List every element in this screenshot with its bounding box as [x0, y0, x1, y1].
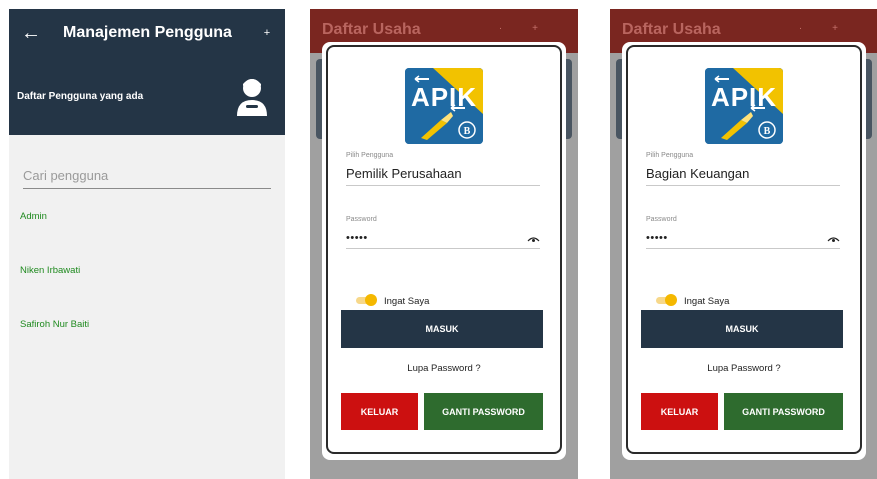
background-plus-icon: ·+ [498, 23, 568, 34]
list-item[interactable]: Safiroh Nur Baiti [9, 319, 285, 373]
user-field-label: Pilih Pengguna [346, 152, 394, 159]
password-field-label: Password [646, 216, 677, 223]
list-item[interactable]: Admin [9, 211, 285, 265]
user-list-header: Daftar Pengguna yang ada [9, 57, 285, 135]
back-icon[interactable]: ← [9, 22, 53, 45]
background-title: Daftar Usaha [322, 21, 421, 38]
user-avatar-icon [237, 79, 267, 116]
background-title: Daftar Usaha [622, 21, 721, 38]
login-button[interactable]: MASUK [341, 310, 543, 348]
exit-button[interactable]: KELUAR [341, 393, 418, 430]
login-dialog-frame: B APIK Pilih Pengguna Pemilik Perusahaan… [326, 45, 562, 454]
logo-text: APIK [710, 82, 778, 112]
password-field-underline [346, 248, 540, 249]
svg-text:B: B [764, 126, 771, 137]
apik-logo: B APIK [705, 68, 783, 144]
user-select[interactable]: Bagian Keuangan [646, 166, 749, 181]
password-field-underline [646, 248, 840, 249]
user-list: Admin Niken Irbawati Safiroh Nur Baiti [9, 211, 285, 373]
eye-icon[interactable] [827, 235, 840, 243]
header-label: Daftar Pengguna yang ada [17, 90, 144, 102]
list-item[interactable]: Niken Irbawati [9, 265, 285, 319]
page-title: Manajemen Pengguna [63, 24, 232, 41]
background-plus-icon: ·+ [798, 23, 868, 34]
change-password-button[interactable]: GANTI PASSWORD [424, 393, 543, 430]
user-field-underline [646, 185, 840, 186]
user-field-underline [346, 185, 540, 186]
eye-icon[interactable] [527, 235, 540, 243]
login-screen-owner: Daftar Usaha ·+ B APIK Pilih Pengguna Pe… [310, 9, 578, 479]
screenshot-canvas: ← Manajemen Pengguna + Daftar Pengguna y… [0, 0, 877, 479]
exit-button[interactable]: KELUAR [641, 393, 718, 430]
toggle-knob [665, 294, 677, 306]
svg-text:B: B [464, 126, 471, 137]
login-button[interactable]: MASUK [641, 310, 843, 348]
app-bar: ← Manajemen Pengguna + [9, 9, 285, 57]
password-input[interactable]: ••••• [646, 232, 668, 244]
search-field[interactable] [23, 167, 271, 189]
remember-me-label: Ingat Saya [384, 296, 430, 307]
login-dialog: B APIK Pilih Pengguna Pemilik Perusahaan… [322, 42, 566, 460]
user-select[interactable]: Pemilik Perusahaan [346, 166, 462, 181]
forgot-password-link[interactable]: Lupa Password ? [328, 363, 560, 374]
user-field-label: Pilih Pengguna [646, 152, 694, 159]
remember-me-toggle[interactable] [356, 294, 378, 306]
logo-text: APIK [410, 82, 478, 112]
plus-icon[interactable]: + [249, 27, 285, 39]
forgot-password-link[interactable]: Lupa Password ? [628, 363, 860, 374]
toggle-knob [365, 294, 377, 306]
remember-me-label: Ingat Saya [684, 296, 730, 307]
login-screen-finance: Daftar Usaha ·+ B APIK Pilih Pengguna Ba… [610, 9, 877, 479]
login-dialog: B APIK Pilih Pengguna Bagian Keuangan Pa… [622, 42, 866, 460]
login-dialog-frame: B APIK Pilih Pengguna Bagian Keuangan Pa… [626, 45, 862, 454]
password-field-label: Password [346, 216, 377, 223]
search-input[interactable] [23, 168, 271, 183]
user-management-screen: ← Manajemen Pengguna + Daftar Pengguna y… [9, 9, 285, 479]
password-input[interactable]: ••••• [346, 232, 368, 244]
change-password-button[interactable]: GANTI PASSWORD [724, 393, 843, 430]
remember-me-toggle[interactable] [656, 294, 678, 306]
apik-logo: B APIK [405, 68, 483, 144]
